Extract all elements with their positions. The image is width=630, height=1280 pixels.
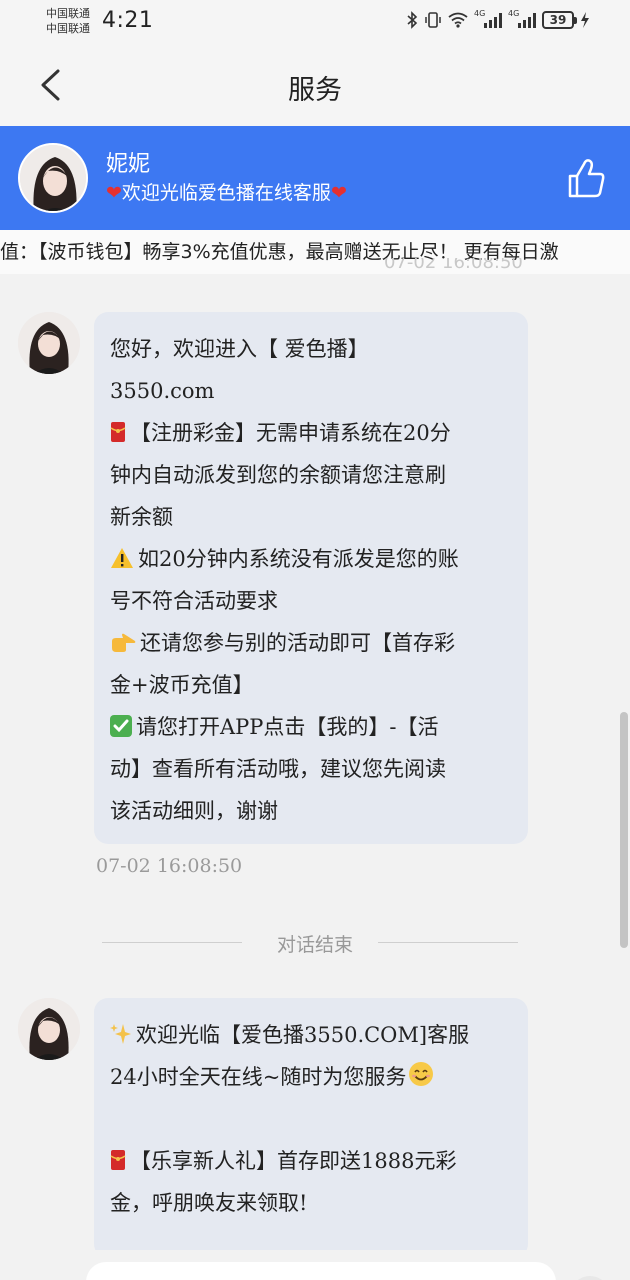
vibrate-icon [425,12,441,28]
message-line: 请您打开APP点击【我的】-【活 [110,706,512,748]
message-input[interactable] [86,1262,556,1280]
battery-level: 39 [549,13,567,27]
agent-avatar[interactable] [18,143,88,213]
navigation-bar: 服务 [0,44,630,126]
message-line: 【乐享新人礼】首存即送1888元彩 [110,1140,512,1182]
agent-greeting: ❤欢迎光临爱色播在线客服❤ [106,178,347,205]
bluetooth-icon [407,11,418,29]
wifi-icon [448,12,468,28]
heart-icon: ❤ [106,182,122,204]
signal-icon-2: 4G [508,9,536,28]
previous-timestamp: 07-02 16:08:50 [384,258,523,273]
page-title: 服务 [288,75,342,106]
message-timestamp: 07-02 16:08:50 [96,855,243,877]
conversation-ended-label: 对话结束 [276,934,353,956]
message-bubble[interactable]: 您好，欢迎进入【 爱色播】 3550.com 【注册彩金】无需申请系统在20分 … [94,312,528,844]
agent-name: 妮妮 [106,152,151,177]
message-line: 金+波币充值】 [110,673,254,697]
network-type-1: 4G [474,9,486,18]
message-line: 还请您参与别的活动即可【首存彩 [110,622,512,664]
heart-icon: ❤ [330,182,347,204]
message-line: 24小时全天在线~随时为您服务 [110,1056,512,1098]
carrier-1: 中国联通 [46,7,90,20]
warning-icon [111,548,133,568]
network-type-2: 4G [508,9,520,18]
agent-greeting-text: 欢迎光临爱色播在线客服 [121,182,331,204]
thumbs-up-icon[interactable] [566,156,606,200]
red-envelope-icon [110,1150,126,1170]
status-icons: 4G 4G 39 [406,9,590,29]
status-bar: 中国联通 中国联通 4:21 4G 4G 39 [0,0,630,44]
message-line: 号不符合活动要求 [110,589,278,613]
message-line: 如20分钟内系统没有派发是您的账 [110,538,512,580]
smiling-face-icon [409,1062,434,1086]
check-mark-icon [110,715,132,737]
message-line: 该活动细则，谢谢 [110,799,278,823]
message-bubble[interactable]: 欢迎光临【爱色播3550.COM]客服 24小时全天在线~随时为您服务 【乐享新… [94,998,528,1258]
message-line [110,1098,512,1140]
status-time: 4:21 [102,8,154,33]
announcement-marquee: 值：【波币钱包】畅享3%充值优惠，最高赠送无止尽！ 更有每日激 [0,230,630,274]
message-line: 动】查看所有活动哦，建议您先阅读 [110,757,446,781]
charging-icon [581,12,589,28]
chat-scrollbar[interactable] [620,712,628,948]
message-avatar[interactable] [18,998,80,1060]
message-line: 金，呼朋唤友来领取! [110,1191,308,1215]
message-line: 【注册彩金】无需申请系统在20分 [110,412,512,454]
pointing-hand-icon [112,633,136,652]
message-avatar[interactable] [18,312,80,374]
signal-icon-1: 4G [474,9,502,28]
divider-line [378,942,518,943]
message-line: 欢迎光临【爱色播3550.COM]客服 [110,1014,512,1056]
battery-icon: 39 [542,11,577,29]
carrier-2: 中国联通 [46,22,90,35]
sparkles-icon [110,1024,131,1044]
message-line: 3550.com [110,379,215,403]
carrier-labels: 中国联通 中国联通 [46,6,90,36]
message-line: 您好，欢迎进入【 爱色播】 [110,337,369,361]
message-line: 新余额 [110,505,173,529]
red-envelope-icon [110,422,126,442]
message-line: 钟内自动派发到您的余额请您注意刷 [110,463,446,487]
